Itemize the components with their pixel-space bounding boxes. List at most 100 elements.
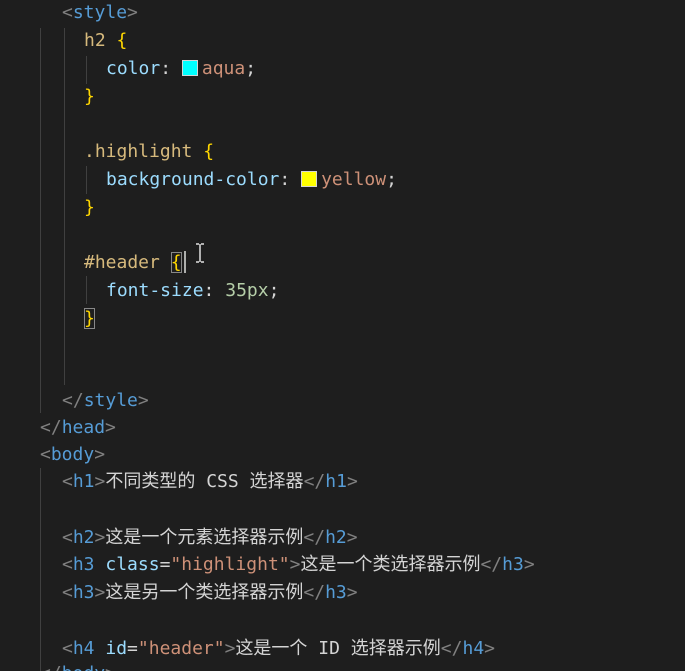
- tag-name: h1: [325, 471, 347, 492]
- color-swatch-yellow[interactable]: [301, 171, 318, 187]
- indent-guide: [64, 28, 65, 385]
- code-line-fontsize-decl[interactable]: font-size: 35px;: [106, 277, 279, 305]
- tag-bracket: >: [94, 527, 106, 548]
- element-text: 这是一个 ID 选择器示例: [235, 638, 441, 659]
- code-line-h2-rule[interactable]: h2 {: [84, 27, 127, 55]
- tag-bracket: <: [62, 554, 73, 575]
- css-selector: h2: [84, 30, 106, 51]
- code-line-h1[interactable]: <h1>不同类型的 CSS 选择器</h1>: [62, 468, 358, 496]
- tag-bracket: >: [127, 2, 138, 23]
- css-property: background-color: [106, 169, 280, 190]
- tag-bracket: </: [303, 582, 326, 603]
- css-semicolon: ;: [268, 280, 280, 301]
- css-number-value: 35px: [225, 280, 269, 301]
- code-line-h3-highlight[interactable]: <h3 class="highlight">这是一个类选择器示例</h3>: [62, 551, 535, 579]
- code-line-brace-close[interactable]: }: [84, 83, 95, 111]
- css-brace: {: [192, 141, 215, 162]
- tag-bracket: <: [62, 638, 73, 659]
- code-line-header-rule[interactable]: #header {: [84, 249, 182, 277]
- tag-bracket: </: [40, 417, 62, 438]
- code-line-body-close[interactable]: </body>: [40, 660, 116, 671]
- code-line-highlight-rule[interactable]: .highlight {: [84, 138, 214, 166]
- element-text: 不同类型的 CSS 选择器: [105, 471, 304, 492]
- text-cursor: [184, 251, 186, 273]
- css-brace: }: [84, 197, 95, 218]
- css-colon: :: [279, 169, 302, 190]
- tag-name: head: [61, 417, 106, 438]
- indent-guide: [40, 28, 41, 413]
- tag-bracket: <: [62, 527, 73, 548]
- css-brace: {: [105, 30, 128, 51]
- tag-name: h3: [72, 554, 95, 575]
- tag-name: h4: [72, 638, 95, 659]
- tag-name: body: [62, 663, 105, 671]
- tag-name: h2: [325, 527, 347, 548]
- tag-name: style: [72, 2, 128, 23]
- tag-bracket: </: [40, 663, 62, 671]
- tag-bracket: >: [523, 554, 535, 575]
- attribute-equals: =: [127, 638, 138, 659]
- element-text: 这是另一个类选择器示例: [105, 582, 304, 603]
- css-brace: }: [84, 86, 95, 107]
- tag-bracket: >: [105, 417, 116, 438]
- tag-bracket: >: [94, 444, 106, 465]
- attribute-name: class: [94, 554, 160, 575]
- css-colon: :: [203, 280, 226, 301]
- code-line-color-decl[interactable]: color: aqua;: [106, 55, 256, 83]
- css-selector: #header: [84, 252, 160, 273]
- code-line-style-open[interactable]: <style>: [62, 0, 138, 27]
- tag-bracket: >: [94, 582, 106, 603]
- css-value: yellow: [321, 169, 387, 190]
- tag-name: h3: [502, 554, 524, 575]
- tag-bracket: <: [62, 582, 73, 603]
- attribute-value: "highlight": [170, 554, 290, 575]
- tag-name: h2: [72, 527, 95, 548]
- tag-name: h3: [325, 582, 347, 603]
- code-line-h4-header[interactable]: <h4 id="header">这是一个 ID 选择器示例</h4>: [62, 635, 495, 663]
- tag-bracket: >: [94, 471, 106, 492]
- tag-bracket: >: [346, 471, 358, 492]
- tag-bracket: <: [40, 444, 51, 465]
- element-text: 这是一个类选择器示例: [300, 554, 481, 575]
- css-property: font-size: [106, 280, 204, 301]
- code-line-h3[interactable]: <h3>这是另一个类选择器示例</h3>: [62, 579, 358, 607]
- tag-bracket: <: [62, 2, 73, 23]
- code-line-bg-decl[interactable]: background-color: yellow;: [106, 166, 397, 194]
- code-line-style-close[interactable]: </style>: [62, 387, 149, 415]
- tag-bracket: >: [137, 390, 149, 411]
- tag-bracket: >: [484, 638, 496, 659]
- tag-bracket: </: [440, 638, 463, 659]
- code-line-h2[interactable]: <h2>这是一个元素选择器示例</h2>: [62, 524, 358, 552]
- css-selector: .highlight: [84, 141, 193, 162]
- css-brace-matched: {: [170, 252, 182, 273]
- indent-guide: [40, 468, 41, 671]
- tag-bracket: </: [303, 527, 326, 548]
- color-swatch-aqua[interactable]: [181, 60, 198, 76]
- indent-guide: [86, 56, 87, 84]
- tag-name: h1: [72, 471, 95, 492]
- tag-bracket: <: [62, 471, 73, 492]
- tag-name: style: [83, 390, 138, 411]
- attribute-name: id: [94, 638, 128, 659]
- tag-name: h4: [462, 638, 485, 659]
- element-text: 这是一个元素选择器示例: [105, 527, 304, 548]
- tag-bracket: </: [480, 554, 503, 575]
- code-line-body-open[interactable]: <body>: [40, 441, 105, 469]
- indent-guide: [86, 276, 87, 304]
- code-line-brace-close[interactable]: }: [84, 305, 95, 333]
- css-value: aqua: [201, 58, 246, 79]
- code-line-head-close[interactable]: </head>: [40, 414, 116, 442]
- css-brace-matched: }: [84, 308, 95, 329]
- code-line-brace-close[interactable]: }: [84, 194, 95, 222]
- css-semicolon: ;: [245, 58, 257, 79]
- tag-bracket: </: [303, 471, 326, 492]
- code-editor[interactable]: <style> h2 { color: aqua; } .highlight {…: [0, 0, 685, 671]
- tag-bracket: >: [346, 527, 358, 548]
- tag-bracket: >: [346, 582, 358, 603]
- tag-name: h3: [72, 582, 95, 603]
- css-property: color: [106, 58, 161, 79]
- css-colon: :: [160, 58, 182, 79]
- tag-bracket: >: [289, 554, 301, 575]
- tag-bracket: </: [62, 390, 84, 411]
